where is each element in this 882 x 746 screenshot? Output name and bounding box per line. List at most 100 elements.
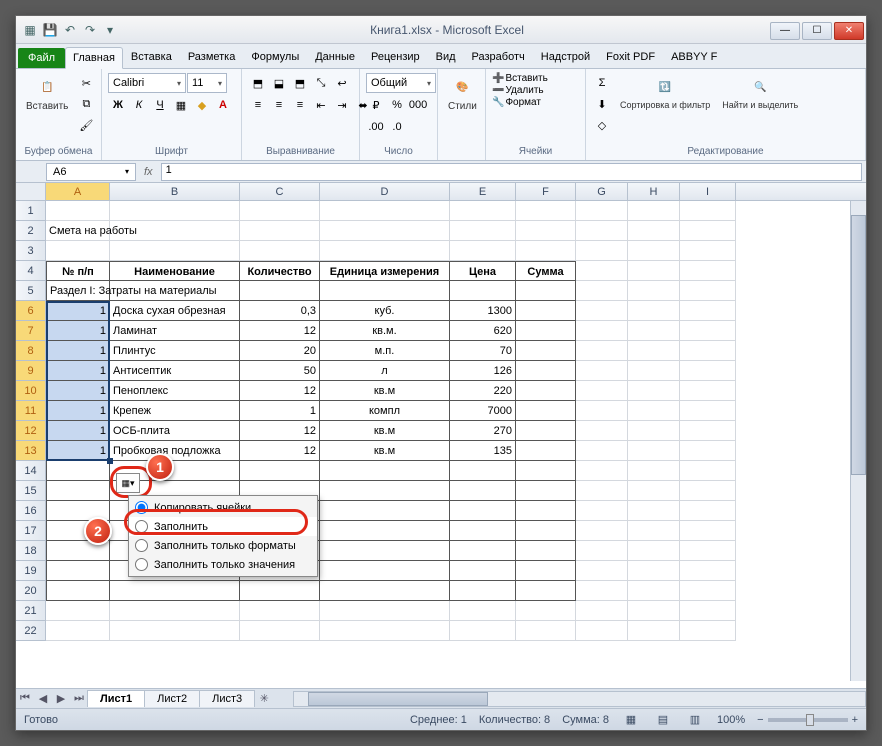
cell-F19[interactable]	[516, 561, 576, 581]
row-header-19[interactable]: 19	[16, 561, 46, 581]
sheet-nav-next-icon[interactable]: ▶	[52, 690, 70, 708]
zoom-out-icon[interactable]: −	[757, 714, 763, 726]
cell-F6[interactable]	[516, 301, 576, 321]
view-normal-icon[interactable]: ▦	[621, 710, 641, 730]
row-header-10[interactable]: 10	[16, 381, 46, 401]
cell-I4[interactable]	[680, 261, 736, 281]
cell-F12[interactable]	[516, 421, 576, 441]
tab-developer[interactable]: Разработч	[464, 46, 533, 68]
cell-E1[interactable]	[450, 201, 516, 221]
row-header-18[interactable]: 18	[16, 541, 46, 561]
row-header-17[interactable]: 17	[16, 521, 46, 541]
cell-G16[interactable]	[576, 501, 628, 521]
cell-D9[interactable]: л	[320, 361, 450, 381]
maximize-button[interactable]: ☐	[802, 22, 832, 40]
cell-D21[interactable]	[320, 601, 450, 621]
cell-A20[interactable]	[46, 581, 110, 601]
cell-A14[interactable]	[46, 461, 110, 481]
col-header-F[interactable]: F	[516, 183, 576, 200]
cell-E4[interactable]: Цена	[450, 261, 516, 281]
sheet-tab-2[interactable]: Лист2	[144, 690, 200, 707]
radio-values[interactable]	[135, 558, 148, 571]
cell-F2[interactable]	[516, 221, 576, 241]
percent-icon[interactable]: %	[387, 95, 407, 115]
cell-G4[interactable]	[576, 261, 628, 281]
cell-I1[interactable]	[680, 201, 736, 221]
inc-decimal-icon[interactable]: .00	[366, 117, 386, 137]
cell-I17[interactable]	[680, 521, 736, 541]
cell-B20[interactable]	[110, 581, 240, 601]
cell-H5[interactable]	[628, 281, 680, 301]
select-all-corner[interactable]	[16, 183, 46, 200]
cell-A3[interactable]	[46, 241, 110, 261]
cell-E7[interactable]: 620	[450, 321, 516, 341]
cell-D12[interactable]: кв.м	[320, 421, 450, 441]
cell-B9[interactable]: Антисептик	[110, 361, 240, 381]
cell-G15[interactable]	[576, 481, 628, 501]
new-sheet-icon[interactable]: ✳	[255, 690, 273, 708]
cell-E11[interactable]: 7000	[450, 401, 516, 421]
cell-A9[interactable]: 1	[46, 361, 110, 381]
qat-more-icon[interactable]: ▾	[102, 22, 118, 38]
cell-F13[interactable]	[516, 441, 576, 461]
cell-H21[interactable]	[628, 601, 680, 621]
cell-H7[interactable]	[628, 321, 680, 341]
cell-G3[interactable]	[576, 241, 628, 261]
tab-foxit[interactable]: Foxit PDF	[598, 46, 663, 68]
cell-B21[interactable]	[110, 601, 240, 621]
cell-B3[interactable]	[110, 241, 240, 261]
cell-D6[interactable]: куб.	[320, 301, 450, 321]
cell-G20[interactable]	[576, 581, 628, 601]
cell-G5[interactable]	[576, 281, 628, 301]
font-size-combo[interactable]: 11▾	[187, 73, 227, 93]
radio-copy[interactable]	[135, 501, 148, 514]
cell-I14[interactable]	[680, 461, 736, 481]
cell-A10[interactable]: 1	[46, 381, 110, 401]
undo-icon[interactable]: ↶	[62, 22, 78, 38]
tab-insert[interactable]: Вставка	[123, 46, 180, 68]
cell-C11[interactable]: 1	[240, 401, 320, 421]
cell-E22[interactable]	[450, 621, 516, 641]
cell-I9[interactable]	[680, 361, 736, 381]
align-right-icon[interactable]: ≡	[290, 95, 310, 115]
cell-C8[interactable]: 20	[240, 341, 320, 361]
cell-A7[interactable]: 1	[46, 321, 110, 341]
cell-I20[interactable]	[680, 581, 736, 601]
close-button[interactable]: ✕	[834, 22, 864, 40]
zoom-slider[interactable]	[768, 718, 848, 722]
font-color-button[interactable]: A	[213, 95, 233, 115]
cell-C13[interactable]: 12	[240, 441, 320, 461]
cut-icon[interactable]: ✂	[76, 73, 96, 93]
cell-C3[interactable]	[240, 241, 320, 261]
fill-handle[interactable]	[107, 458, 113, 464]
cell-E10[interactable]: 220	[450, 381, 516, 401]
view-layout-icon[interactable]: ▤	[653, 710, 673, 730]
cell-F7[interactable]	[516, 321, 576, 341]
cell-F15[interactable]	[516, 481, 576, 501]
cell-C22[interactable]	[240, 621, 320, 641]
cell-C14[interactable]	[240, 461, 320, 481]
cell-H17[interactable]	[628, 521, 680, 541]
tab-review[interactable]: Рецензир	[363, 46, 428, 68]
cell-F5[interactable]	[516, 281, 576, 301]
cell-A6[interactable]: 1	[46, 301, 110, 321]
row-header-20[interactable]: 20	[16, 581, 46, 601]
cell-H3[interactable]	[628, 241, 680, 261]
cell-A15[interactable]	[46, 481, 110, 501]
cell-I5[interactable]	[680, 281, 736, 301]
radio-fill[interactable]	[135, 520, 148, 533]
row-header-12[interactable]: 12	[16, 421, 46, 441]
cell-H2[interactable]	[628, 221, 680, 241]
col-header-I[interactable]: I	[680, 183, 736, 200]
delete-cells-button[interactable]: ➖Удалить	[492, 85, 544, 96]
styles-button[interactable]: 🎨 Стили	[444, 73, 481, 114]
cell-E9[interactable]: 126	[450, 361, 516, 381]
cell-A22[interactable]	[46, 621, 110, 641]
cell-F3[interactable]	[516, 241, 576, 261]
cell-I13[interactable]	[680, 441, 736, 461]
cell-I16[interactable]	[680, 501, 736, 521]
cell-F9[interactable]	[516, 361, 576, 381]
vertical-scrollbar[interactable]	[850, 201, 866, 681]
row-header-2[interactable]: 2	[16, 221, 46, 241]
cell-E21[interactable]	[450, 601, 516, 621]
